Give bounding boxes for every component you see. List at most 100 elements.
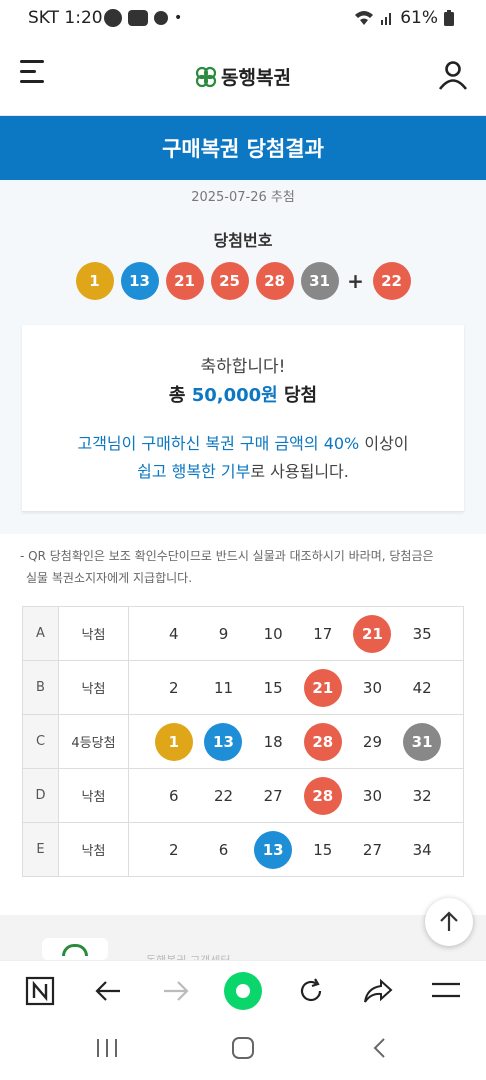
game-number: 11 [213, 678, 234, 697]
winning-numbers-label: 당첨번호 [213, 231, 273, 250]
game-numbers: 6 22 27 28 30 32 [129, 769, 464, 822]
logo-text: 동행복권 [221, 67, 291, 89]
game-numbers: 1 13 18 28 29 31 [129, 715, 464, 768]
reload-icon[interactable] [291, 971, 331, 1011]
prize-suffix: 당첨 [277, 385, 318, 406]
donation-message-line1: 고객님이 구매하신 복권 구매 금액의 40% 이상이 [22, 430, 464, 454]
matched-number: 28 [303, 776, 342, 815]
game-id: E [23, 823, 59, 876]
footer-logo [42, 938, 108, 960]
game-row: B 낙첨 2 11 15 21 30 42 [23, 661, 464, 715]
donation-highlight: 고객님이 구매하신 복권 구매 금액의 40% [77, 434, 360, 453]
green-dot-icon[interactable] [223, 971, 263, 1011]
draw-date: 2025-07-26 추첨 [191, 190, 295, 205]
signal-icon [381, 13, 392, 25]
donation-text: 로 사용됩니다. [250, 462, 349, 481]
youtube-icon [128, 10, 148, 26]
browser-toolbar [0, 960, 486, 1020]
game-id: A [23, 607, 59, 660]
game-number: 30 [362, 678, 382, 697]
donation-text: 이상이 [359, 434, 409, 453]
game-result: 낙첨 [59, 661, 129, 714]
prize-prefix: 총 [168, 385, 192, 406]
wifi-icon [355, 11, 374, 25]
notification-icons: • [104, 9, 182, 27]
game-number: 15 [263, 678, 283, 697]
matched-number: 28 [303, 722, 342, 761]
matched-number: 13 [254, 830, 293, 869]
game-number: 4 [169, 624, 179, 643]
notice-line: - QR 당첨확인은 보조 확인수단이므로 반드시 실물과 대조하시기 바라며,… [20, 549, 434, 563]
menu-lines-icon[interactable] [426, 971, 466, 1011]
winning-ball: 21 [165, 262, 204, 300]
user-icon[interactable] [438, 60, 468, 90]
game-numbers: 2 6 13 15 27 34 [129, 823, 464, 876]
game-id: D [23, 769, 59, 822]
game-id: B [23, 661, 59, 714]
status-time: SKT 1:20 [28, 8, 103, 28]
back-icon[interactable] [371, 1037, 387, 1063]
game-number: 42 [412, 678, 432, 697]
game-row: A 낙첨 4 9 10 17 21 35 [23, 607, 464, 661]
qr-notice: - QR 당첨확인은 보조 확인수단이므로 반드시 실물과 대조하시기 바라며,… [20, 545, 470, 589]
game-numbers: 2 11 15 21 30 42 [129, 661, 464, 714]
back-arrow-icon[interactable] [88, 971, 128, 1011]
game-number: 27 [263, 786, 283, 805]
site-header: 동행복권 [0, 38, 486, 116]
game-number: 15 [313, 840, 333, 859]
matched-number: 1 [154, 722, 193, 761]
game-row: C 4등당첨 1 13 18 28 29 31 [23, 715, 464, 769]
matched-number: 21 [303, 668, 342, 707]
winning-ball: 28 [255, 262, 294, 300]
arrow-up-icon [440, 911, 458, 931]
home-icon[interactable] [231, 1037, 255, 1063]
game-number: 27 [362, 840, 382, 859]
donation-message-line2: 쉽고 행복한 기부로 사용됩니다. [22, 458, 464, 482]
game-result: 낙첨 [59, 823, 129, 876]
game-number: 10 [263, 624, 283, 643]
congrats-text: 축하합니다! [200, 357, 286, 377]
game-number: 32 [412, 786, 432, 805]
naver-n-icon[interactable] [20, 971, 60, 1011]
game-id: C [23, 715, 59, 768]
game-number: 34 [412, 840, 432, 859]
game-result: 4등당첨 [59, 715, 129, 768]
matched-number: 13 [204, 722, 243, 761]
donation-highlight: 쉽고 행복한 기부 [137, 462, 251, 481]
game-number: 18 [263, 732, 283, 751]
winning-numbers: 1 13 21 25 28 31 + 22 [0, 262, 486, 300]
game-number: 22 [213, 786, 234, 805]
game-number: 2 [169, 678, 179, 697]
game-numbers: 4 9 10 17 21 35 [129, 607, 464, 660]
forward-arrow-icon[interactable] [156, 971, 196, 1011]
battery-percent: 61% [400, 8, 438, 28]
game-number: 17 [313, 624, 333, 643]
bonus-ball: 22 [372, 262, 411, 300]
footer-text: 동행복권 고객센터 [146, 952, 230, 960]
game-number: 6 [218, 840, 229, 859]
status-right: 61% [354, 8, 454, 28]
hamburger-icon[interactable] [20, 60, 48, 84]
status-dot: • [174, 10, 183, 26]
status-bar: SKT 1:20 • 61% [0, 0, 486, 38]
battery-icon [444, 10, 454, 26]
page-title: 구매복권 당첨결과 [0, 116, 486, 180]
matched-number: 31 [403, 722, 442, 761]
logo-clover-icon [195, 66, 217, 87]
game-number: 2 [169, 840, 179, 859]
talk-icon [104, 9, 122, 27]
games-table: A 낙첨 4 9 10 17 21 35 B 낙첨 2 11 15 21 30 42 C 4등당첨 1 13 18 28 2… [22, 606, 464, 877]
game-row: E 낙첨 2 6 13 15 27 34 [23, 823, 464, 877]
game-result: 낙첨 [59, 607, 129, 660]
recents-icon[interactable] [95, 1037, 119, 1063]
scroll-top-button[interactable] [425, 898, 473, 946]
plus-sign: + [347, 269, 364, 293]
prize-text: 총 50,000원 당첨 [22, 381, 464, 407]
notice-line: 실물 복권소지자에게 지급합니다. [26, 571, 193, 585]
android-nav-bar [0, 1020, 486, 1080]
result-card: 축하합니다! 총 50,000원 당첨 고객님이 구매하신 복권 구매 금액의 … [22, 325, 464, 512]
game-number: 6 [169, 786, 179, 805]
game-result: 낙첨 [59, 769, 129, 822]
share-icon[interactable] [358, 971, 398, 1011]
site-logo[interactable]: 동행복권 [195, 63, 291, 90]
